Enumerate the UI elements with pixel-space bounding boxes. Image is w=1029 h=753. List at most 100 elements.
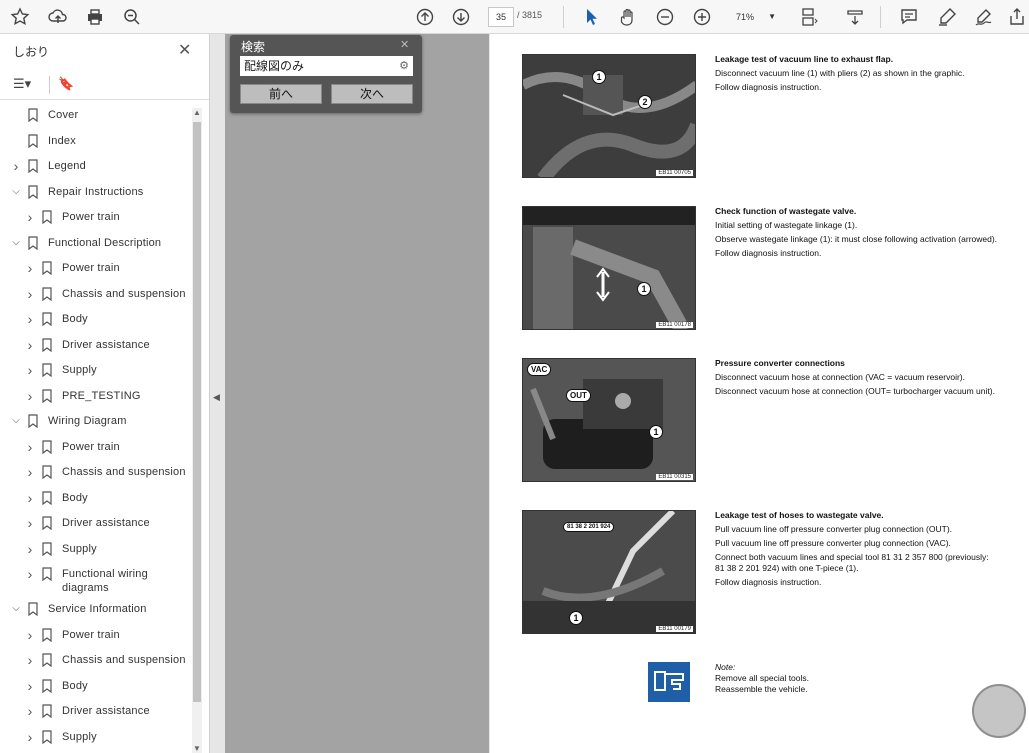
chevron-right-icon[interactable]: ›	[24, 389, 36, 403]
highlight-icon[interactable]	[935, 5, 959, 29]
chevron-right-icon[interactable]: ›	[24, 567, 36, 581]
scroll-down-icon[interactable]: ▼	[192, 744, 202, 753]
options-menu-icon[interactable]: ☰▾	[13, 76, 31, 92]
label-part-number: 81 38 2 201 924	[563, 522, 615, 532]
chevron-right-icon[interactable]: ›	[24, 440, 36, 454]
scroll-up-icon[interactable]: ▲	[192, 108, 202, 117]
comment-icon[interactable]	[897, 5, 921, 29]
bookmark-item[interactable]: › Body	[24, 679, 190, 699]
bookmark-item[interactable]: › Power train	[24, 440, 190, 460]
chevron-down-icon: ▼	[768, 12, 776, 21]
select-cursor-icon[interactable]	[579, 5, 603, 29]
bookmark-item[interactable]: › Power train	[24, 628, 190, 648]
bookmark-item[interactable]: › Driver assistance	[24, 704, 190, 724]
bookmark-item[interactable]: ⌵ Functional Description	[10, 236, 176, 256]
hand-tool-icon[interactable]	[616, 5, 640, 29]
bookmark-item[interactable]: › Chassis and suspension	[24, 653, 190, 673]
next-button[interactable]: 次へ	[331, 84, 413, 104]
bookmark-icon	[22, 159, 48, 178]
figure-code: EB11 00179	[656, 626, 693, 632]
chevron-right-icon[interactable]: ›	[24, 363, 36, 377]
chevron-right-icon[interactable]: ›	[24, 653, 36, 667]
star-icon[interactable]	[8, 5, 32, 29]
bookmark-item[interactable]: › Supply	[24, 542, 190, 562]
chevron-down-icon[interactable]: ⌵	[10, 236, 22, 250]
chevron-right-icon[interactable]: ›	[24, 516, 36, 530]
bookmark-icon	[36, 338, 62, 357]
bookmark-item[interactable]: › Driver assistance	[24, 338, 190, 358]
bookmark-label: Cover	[48, 109, 79, 121]
bookmark-item[interactable]: › PRE_TESTING	[24, 389, 190, 409]
instruction-line: Disconnect vacuum line (1) with pliers (…	[715, 68, 965, 78]
bookmark-item[interactable]: › Chassis and suspension	[24, 287, 190, 307]
bookmark-label: Supply	[62, 731, 97, 743]
previous-button[interactable]: 前へ	[240, 84, 322, 104]
share-icon[interactable]	[1005, 5, 1029, 29]
close-icon[interactable]: ✕	[400, 38, 409, 51]
bookmark-item[interactable]: › Power train	[24, 210, 190, 230]
chevron-down-icon[interactable]: ⌵	[10, 185, 22, 199]
chevron-right-icon[interactable]: ›	[24, 679, 36, 693]
section-2-text: Check function of wastegate valve. Initi…	[715, 206, 1000, 262]
bookmark-item[interactable]: › Supply	[24, 730, 190, 750]
bookmark-item[interactable]: Cover	[10, 108, 176, 128]
chevron-right-icon[interactable]: ›	[24, 287, 36, 301]
chevron-right-icon[interactable]: ›	[24, 542, 36, 556]
chevron-right-icon[interactable]: ›	[24, 465, 36, 479]
sign-icon[interactable]	[972, 5, 996, 29]
collapse-panel-icon[interactable]: ◀	[213, 392, 220, 403]
bookmark-item[interactable]: ⌵ Service Information	[10, 602, 176, 622]
close-icon[interactable]: ✕	[178, 40, 191, 60]
chevron-right-icon[interactable]: ›	[24, 491, 36, 505]
instruction-line: Pull vacuum line off pressure converter …	[715, 538, 951, 548]
chevron-down-icon[interactable]: ⌵	[10, 602, 22, 616]
bookmark-label: Driver assistance	[62, 517, 150, 529]
chevron-right-icon[interactable]: ›	[24, 312, 36, 326]
chevron-right-icon[interactable]: ›	[24, 628, 36, 642]
page-number-input[interactable]: 35	[488, 7, 514, 27]
chevron-right-icon[interactable]: ›	[24, 338, 36, 352]
bookmark-item[interactable]: › Legend	[10, 159, 176, 179]
figure-3: VAC OUT 1 EB11 00315	[522, 358, 696, 482]
scrollbar-thumb[interactable]	[193, 122, 201, 702]
bookmark-item[interactable]: ⌵ Repair Instructions	[10, 185, 176, 205]
gear-icon[interactable]: ⚙	[399, 56, 409, 76]
bookmark-item[interactable]: › Power train	[24, 261, 190, 281]
bookmark-item[interactable]: › Body	[24, 491, 190, 511]
next-page-icon[interactable]	[449, 5, 473, 29]
bookmark-item[interactable]: › Body	[24, 312, 190, 332]
chevron-right-icon[interactable]: ›	[24, 210, 36, 224]
zoom-search-icon[interactable]	[120, 5, 144, 29]
zoom-in-icon[interactable]	[690, 5, 714, 29]
search-input[interactable]: 配線図のみ ⚙	[240, 56, 413, 76]
floating-action-button[interactable]	[972, 684, 1026, 738]
page-display-icon[interactable]	[797, 5, 821, 29]
bookmark-item[interactable]: › Chassis and suspension	[24, 465, 190, 485]
print-icon[interactable]	[83, 5, 107, 29]
bookmark-search-icon[interactable]: 🔖	[58, 76, 74, 92]
upload-icon[interactable]	[46, 5, 70, 29]
section-heading: Leakage test of vacuum line to exhaust f…	[715, 54, 894, 64]
scroll-mode-icon[interactable]	[843, 5, 867, 29]
bookmark-item[interactable]: › Functional wiring diagrams	[24, 567, 190, 594]
instruction-line: Pull vacuum line off pressure converter …	[715, 524, 953, 534]
bookmark-label: Legend	[48, 160, 86, 172]
chevron-right-icon[interactable]: ›	[24, 730, 36, 744]
bookmark-label: Supply	[62, 364, 97, 376]
chevron-right-icon[interactable]: ›	[24, 704, 36, 718]
sidebar-scrollbar[interactable]: ▲ ▼	[192, 108, 202, 753]
bookmark-item[interactable]: › Driver assistance	[24, 516, 190, 536]
zoom-select[interactable]: 71% ▼	[728, 7, 780, 27]
bookmark-item[interactable]: ⌵ Wiring Diagram	[10, 414, 176, 434]
chevron-right-icon[interactable]: ›	[24, 261, 36, 275]
zoom-out-icon[interactable]	[653, 5, 677, 29]
chevron-down-icon[interactable]: ⌵	[10, 414, 22, 428]
chevron-right-icon[interactable]: ›	[10, 159, 22, 173]
instruction-line: Follow diagnosis instruction.	[715, 577, 822, 587]
instruction-line: Disconnect vacuum hose at connection (VA…	[715, 372, 965, 382]
previous-page-icon[interactable]	[413, 5, 437, 29]
bookmark-item[interactable]: › Supply	[24, 363, 190, 383]
bookmark-icon	[22, 134, 48, 153]
bookmark-icon	[36, 287, 62, 306]
bookmark-item[interactable]: Index	[10, 134, 176, 154]
